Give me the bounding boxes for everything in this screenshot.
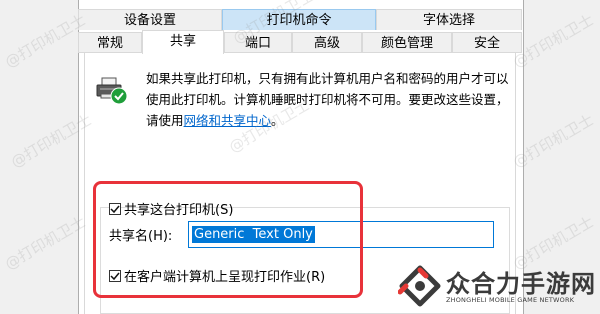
site-logo: 众合力手游网 ZHONGHELI MOBILE GAME NETWORK — [398, 262, 598, 312]
tab-general[interactable]: 常规 — [78, 32, 142, 53]
tab-security[interactable]: 安全 — [452, 32, 522, 53]
tab-ports[interactable]: 端口 — [224, 32, 292, 53]
brand-logo-icon — [398, 265, 441, 307]
network-sharing-center-link[interactable]: 网络和共享中心 — [184, 113, 272, 128]
tab-font-selection[interactable]: 字体选择 — [376, 9, 522, 30]
tab-sharing[interactable]: 共享 — [142, 30, 224, 54]
info-text-end: 。 — [271, 113, 284, 128]
sharing-info-text: 如果共享此打印机，只有拥有此计算机用户名和密码的用户才可以使用此打印机。计算机睡… — [146, 68, 516, 131]
highlight-annotation-box — [93, 181, 363, 298]
tab-color-management[interactable]: 颜色管理 — [362, 32, 452, 53]
tab-advanced[interactable]: 高级 — [292, 32, 362, 53]
brand-name: 众合力手游网 — [446, 270, 596, 298]
shared-printer-icon — [96, 77, 128, 105]
tab-device-settings[interactable]: 设备设置 — [78, 9, 222, 30]
brand-subtitle: ZHONGHELI MOBILE GAME NETWORK — [446, 296, 575, 304]
tab-printer-commands[interactable]: 打印机命令 — [222, 9, 376, 30]
